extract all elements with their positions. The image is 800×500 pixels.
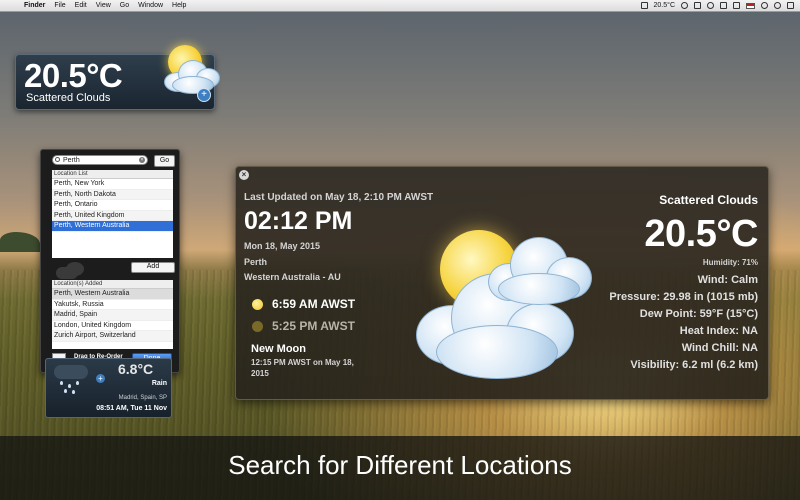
- madrid-condition: Rain: [151, 380, 167, 387]
- rain-drop-icon: [64, 389, 67, 393]
- list-item[interactable]: Perth, Western Australia: [52, 289, 173, 300]
- location-panel: Perth × Go Location List Perth, New York…: [40, 149, 180, 373]
- sunrise-time: 6:59 AM AWST: [272, 297, 356, 311]
- close-icon[interactable]: ×: [239, 170, 249, 180]
- sunset-icon: [252, 321, 263, 332]
- pressure: Pressure: 29.98 in (1015 mb): [609, 291, 758, 303]
- menu-go[interactable]: Go: [120, 2, 129, 9]
- spotlight-icon[interactable]: [774, 2, 781, 9]
- city-name: Perth: [244, 257, 268, 267]
- background-trees: [0, 232, 40, 252]
- volume-icon[interactable]: [720, 2, 727, 9]
- wifi-icon[interactable]: [707, 2, 714, 9]
- status-area: 20.5°C: [640, 2, 794, 9]
- moon-time: 12:15 PM AWST on May 18, 2015: [251, 358, 354, 378]
- sunset-time: 5:25 PM AWST: [272, 319, 355, 333]
- search-icon: [55, 157, 60, 162]
- list-item[interactable]: Madrid, Spain: [52, 310, 173, 321]
- notification-center-icon[interactable]: [787, 2, 794, 9]
- region-name: Western Australia - AU: [244, 272, 341, 282]
- dew-point: Dew Point: 59°F (15°C): [639, 308, 758, 320]
- rain-cloud-icon: [54, 365, 88, 379]
- current-condition: Scattered Clouds: [659, 193, 758, 207]
- last-updated: Last Updated on May 18, 2:10 PM AWST: [244, 192, 434, 203]
- caption-text: Search for Different Locations: [228, 450, 572, 480]
- location-list-header: Location List: [52, 170, 173, 179]
- list-item[interactable]: Perth, United Kingdom: [52, 210, 173, 221]
- menu-help[interactable]: Help: [172, 2, 186, 9]
- clear-search-icon[interactable]: ×: [139, 157, 145, 163]
- added-locations-list: Location(s) Added Perth, Western Austral…: [52, 280, 173, 349]
- menu-view[interactable]: View: [96, 2, 111, 9]
- list-item[interactable]: Perth, North Dakota: [52, 189, 173, 200]
- menu-edit[interactable]: Edit: [75, 2, 87, 9]
- mini-weather-widget[interactable]: 20.5°C Scattered Clouds +: [15, 45, 220, 110]
- rain-drop-icon: [68, 384, 71, 388]
- rain-drop-icon: [72, 390, 75, 394]
- list-item[interactable]: Perth, New York: [52, 179, 173, 190]
- location-results-list: Location List Perth, New York Perth, Nor…: [52, 170, 173, 258]
- current-temp: 20.5°C: [644, 213, 758, 255]
- heat-index: Heat Index: NA: [679, 325, 758, 337]
- rain-drop-icon: [60, 381, 63, 385]
- local-time: 02:12 PM: [244, 207, 353, 235]
- rain-drop-icon: [76, 381, 79, 385]
- madrid-time: 08:51 AM, Tue 11 Nov: [96, 405, 167, 412]
- visibility: Visibility: 6.2 ml (6.2 km): [630, 359, 758, 371]
- sunrise-icon: [252, 299, 263, 310]
- status-weather-temp[interactable]: 20.5°C: [654, 2, 675, 9]
- list-item-selected[interactable]: Perth, Western Australia: [52, 221, 173, 232]
- menu-file[interactable]: File: [54, 2, 65, 9]
- moon-phase: New Moon: [251, 343, 306, 355]
- list-item[interactable]: Perth, Ontario: [52, 200, 173, 211]
- bluetooth-icon[interactable]: [694, 2, 701, 9]
- time-machine-icon[interactable]: [761, 2, 768, 9]
- list-item[interactable]: London, United Kingdom: [52, 321, 173, 331]
- battery-icon[interactable]: [733, 2, 740, 9]
- local-date: Mon 18, May 2015: [244, 241, 321, 251]
- add-location-icon[interactable]: +: [197, 88, 211, 102]
- madrid-temp: 6.8°C: [118, 361, 154, 377]
- menu-bar: Finder File Edit View Go Window Help 20.…: [0, 0, 800, 12]
- added-list-header: Location(s) Added: [52, 280, 173, 289]
- menu-finder[interactable]: Finder: [24, 2, 45, 9]
- caption-band: Search for Different Locations: [0, 436, 800, 500]
- madrid-location: Madrid, Spain, SP: [118, 395, 167, 401]
- list-item[interactable]: Yakutsk, Russia: [52, 300, 173, 310]
- madrid-weather-widget[interactable]: + 6.8°C Rain Madrid, Spain, SP 08:51 AM,…: [45, 358, 172, 418]
- mini-condition: Scattered Clouds: [26, 92, 111, 104]
- display-icon[interactable]: [640, 2, 648, 9]
- add-button[interactable]: Add: [131, 262, 175, 273]
- wind-chill: Wind Chill: NA: [681, 342, 758, 354]
- search-value: Perth: [63, 157, 80, 164]
- wind: Wind: Calm: [697, 274, 758, 286]
- clock-icon[interactable]: [681, 2, 688, 9]
- main-weather-widget: × Last Updated on May 18, 2:10 PM AWST 0…: [235, 166, 769, 400]
- mini-temp: 20.5°C: [24, 57, 123, 94]
- input-flag-icon[interactable]: [746, 2, 755, 9]
- menu-window[interactable]: Window: [138, 2, 163, 9]
- humidity: Humidity: 71%: [702, 258, 758, 267]
- list-item[interactable]: Zurich Airport, Switzerland: [52, 331, 173, 342]
- location-search-input[interactable]: Perth ×: [52, 155, 148, 165]
- add-location-icon[interactable]: +: [96, 374, 105, 383]
- go-button[interactable]: Go: [154, 155, 175, 167]
